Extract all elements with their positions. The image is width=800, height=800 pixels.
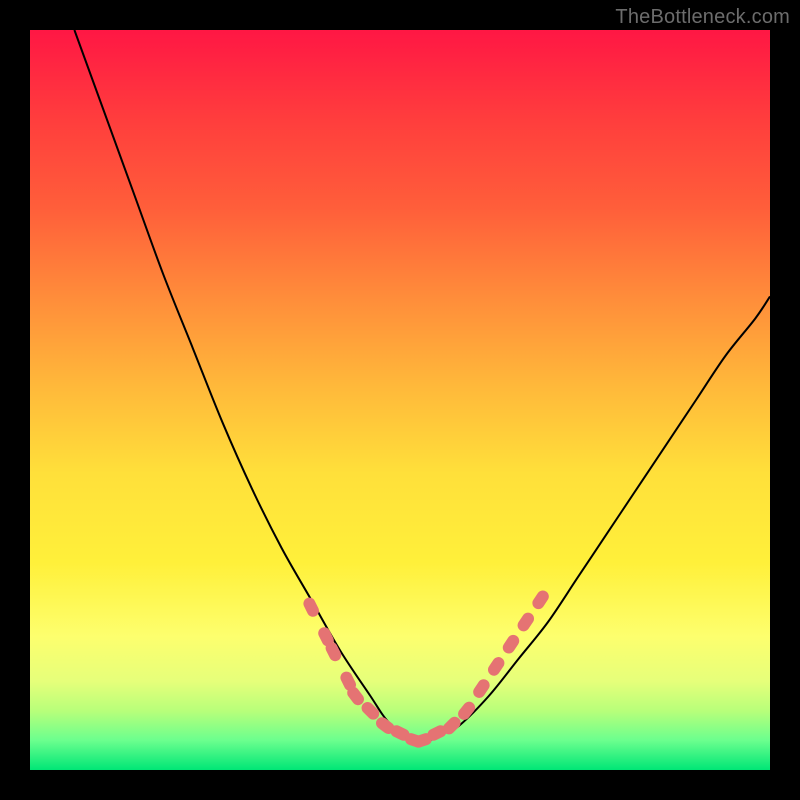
data-marker (486, 655, 507, 678)
marker-cluster-right (440, 588, 551, 737)
bottleneck-curve (74, 30, 770, 741)
watermark-label: TheBottleneck.com (615, 6, 790, 29)
plot-area (30, 30, 770, 770)
data-marker (301, 596, 321, 619)
marker-cluster-left (301, 596, 448, 750)
chart-svg (30, 30, 770, 770)
data-marker (515, 610, 536, 633)
data-marker (500, 633, 521, 656)
chart-frame: TheBottleneck.com (0, 0, 800, 800)
data-marker (530, 588, 551, 611)
